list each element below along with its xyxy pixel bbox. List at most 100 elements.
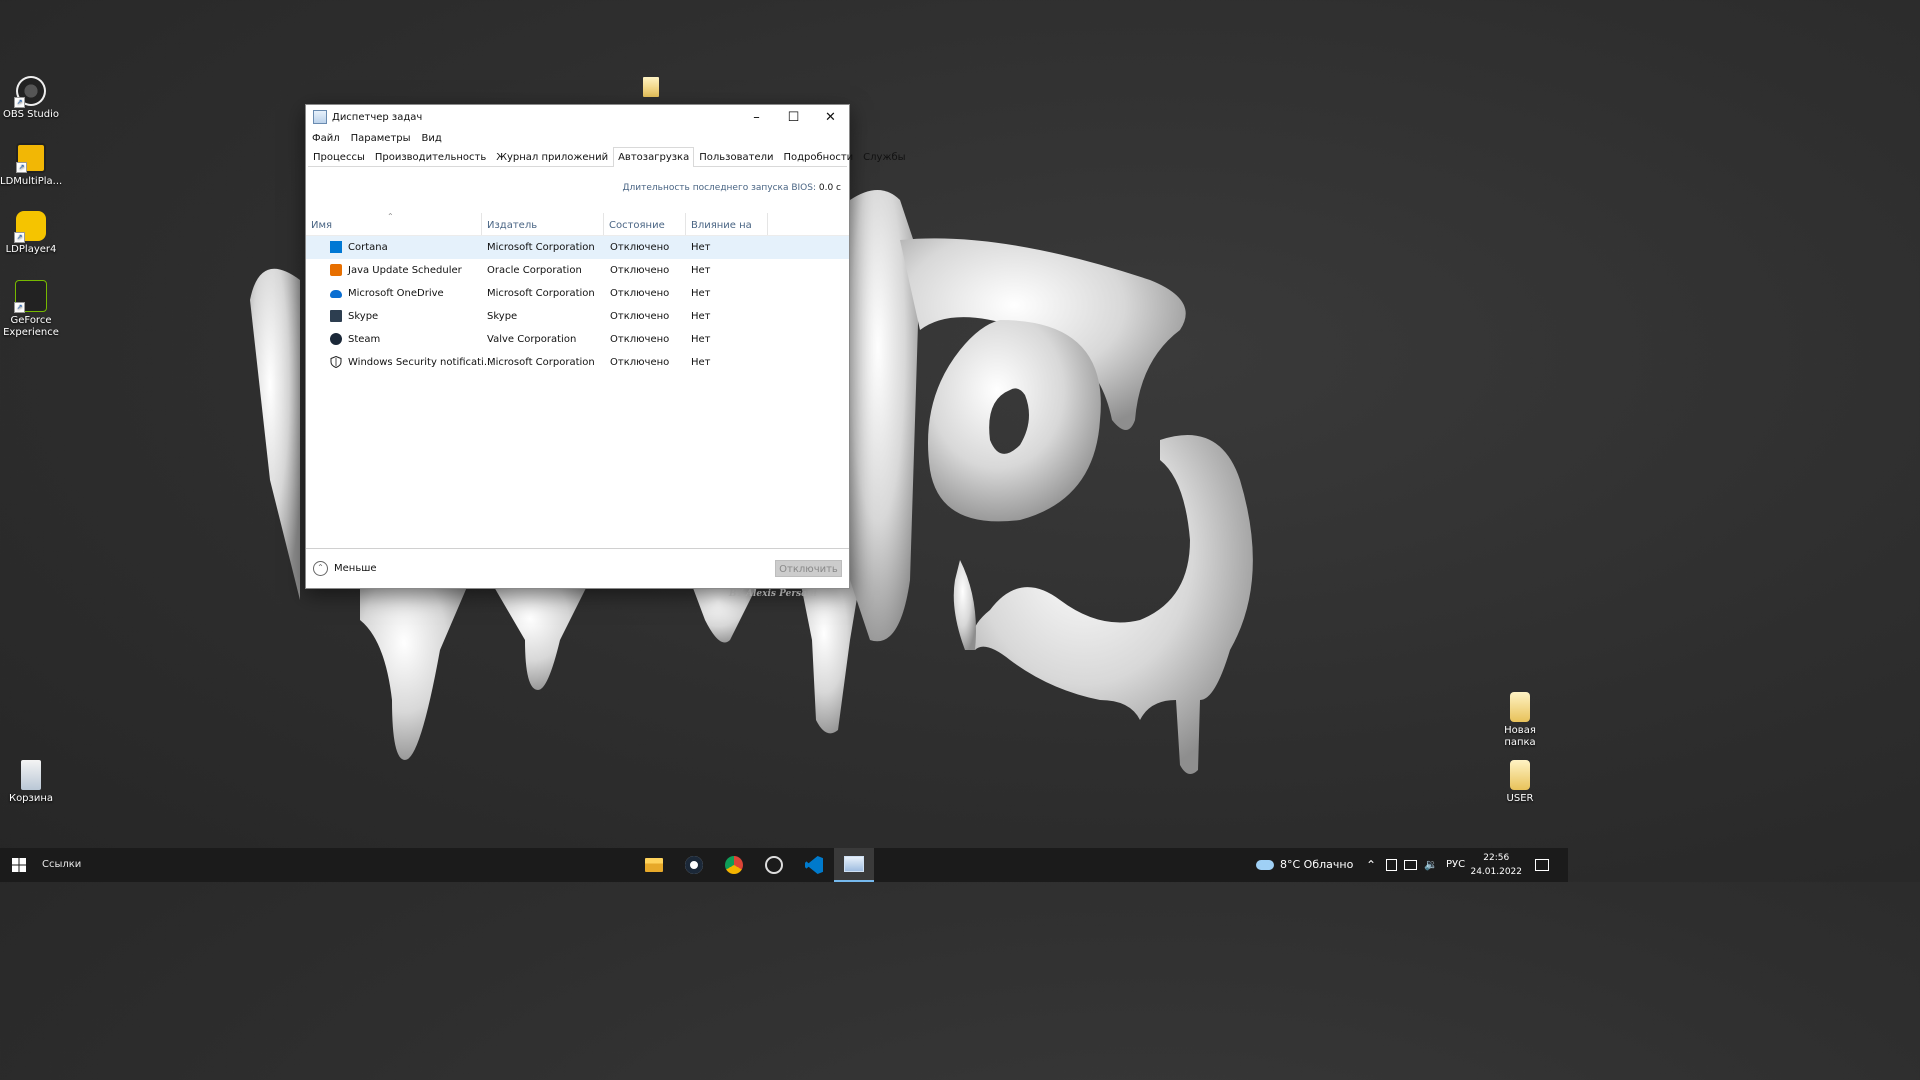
- java-icon: [330, 264, 342, 276]
- desktop-icon-ldplayer4[interactable]: ↗ LDPlayer4: [0, 211, 62, 256]
- chrome-icon: [725, 856, 743, 874]
- row-name: Steam: [348, 334, 381, 345]
- maximize-button[interactable]: ☐: [775, 105, 812, 129]
- fewer-details-button[interactable]: ⌃ Меньше: [313, 561, 377, 576]
- tab-users[interactable]: Пользователи: [694, 148, 778, 166]
- window-footer: ⌃ Меньше Отключить: [306, 548, 849, 588]
- bios-duration: Длительность последнего запуска BIOS: 0.…: [622, 183, 841, 193]
- windows-logo-icon: [12, 858, 26, 872]
- volume-icon[interactable]: 🔉: [1424, 848, 1438, 882]
- clock[interactable]: 22:56 24.01.2022: [1470, 851, 1522, 879]
- tab-performance[interactable]: Производительность: [370, 148, 491, 166]
- title-bar[interactable]: Диспетчер задач – ☐ ✕: [306, 105, 849, 129]
- desktop-icon-label: Корзина: [8, 793, 54, 804]
- row-impact: Нет: [691, 288, 711, 299]
- column-header-name[interactable]: Имя: [306, 213, 482, 235]
- desktop-icon-ldmultiplayer[interactable]: ↗ LDMultiPla...: [0, 143, 62, 188]
- table-row[interactable]: Steam Valve Corporation Отключено Нет: [306, 328, 849, 351]
- row-publisher: Skype: [487, 311, 518, 322]
- row-publisher: Microsoft Corporation: [487, 288, 595, 299]
- row-publisher: Microsoft Corporation: [487, 357, 595, 368]
- taskbar-obs[interactable]: [754, 848, 794, 882]
- vscode-icon: [805, 856, 823, 874]
- row-publisher: Valve Corporation: [487, 334, 577, 345]
- chevron-up-icon: ⌃: [313, 561, 328, 576]
- task-manager-icon: [844, 856, 864, 872]
- tab-services[interactable]: Службы: [858, 148, 910, 166]
- tab-app-history[interactable]: Журнал приложений: [491, 148, 613, 166]
- tab-startup[interactable]: Автозагрузка: [613, 147, 695, 167]
- row-publisher: Microsoft Corporation: [487, 242, 595, 253]
- svg-text:BY Alexis Persani: BY Alexis Persani: [728, 589, 818, 599]
- minimize-button[interactable]: –: [738, 105, 775, 129]
- nvidia-icon: ↗: [14, 280, 47, 313]
- ldmultiplayer-icon: ↗: [16, 143, 46, 173]
- tray-overflow-chevron-icon[interactable]: ⌃: [1366, 848, 1376, 882]
- desktop-icon-label: LDPlayer4: [5, 244, 57, 255]
- tablet-icon[interactable]: [1386, 848, 1397, 882]
- window-title: Диспетчер задач: [332, 111, 423, 123]
- bios-duration-label: Длительность последнего запуска BIOS:: [622, 183, 816, 193]
- table-row[interactable]: Skype Skype Отключено Нет: [306, 305, 849, 328]
- obs-icon: ↗: [14, 76, 46, 108]
- table-row[interactable]: Java Update Scheduler Oracle Corporation…: [306, 259, 849, 282]
- taskbar-task-manager[interactable]: [834, 848, 874, 882]
- row-publisher: Oracle Corporation: [487, 265, 582, 276]
- weather-text: 8°C Облачно: [1280, 858, 1354, 871]
- steam-icon: [685, 856, 703, 874]
- taskbar-vscode[interactable]: [794, 848, 834, 882]
- folder-icon: [1510, 692, 1530, 722]
- desktop-icon-geforce[interactable]: ↗ GeForce Experience: [0, 280, 62, 339]
- onedrive-icon: [330, 290, 342, 298]
- desktop-icon-new-folder[interactable]: Новая папка: [1489, 692, 1551, 749]
- network-icon[interactable]: [1404, 848, 1417, 882]
- tab-details[interactable]: Подробности: [778, 148, 858, 166]
- menu-file[interactable]: Файл: [312, 133, 340, 144]
- row-impact: Нет: [691, 334, 711, 345]
- steam-icon: [330, 333, 342, 345]
- table-row[interactable]: Microsoft OneDrive Microsoft Corporation…: [306, 282, 849, 305]
- desktop-icon-user[interactable]: USER: [1489, 760, 1551, 805]
- table-row[interactable]: Windows Security notificati... Microsoft…: [306, 351, 849, 374]
- column-header-status[interactable]: Состояние: [604, 213, 686, 235]
- file-explorer-icon: [645, 858, 663, 872]
- task-manager-icon: [313, 110, 327, 124]
- recycle-bin-icon: [21, 760, 41, 790]
- desktop-icon-label: USER: [1506, 793, 1534, 804]
- table-header: Имя Издатель Состояние Влияние на за...: [306, 213, 849, 257]
- task-manager-window: Диспетчер задач – ☐ ✕ Файл Параметры Вид…: [305, 104, 906, 589]
- disable-button[interactable]: Отключить: [775, 560, 842, 577]
- desktop-icon-obs[interactable]: ↗ OBS Studio: [0, 76, 62, 121]
- links-toolbar[interactable]: Ссылки: [42, 848, 81, 882]
- row-impact: Нет: [691, 265, 711, 276]
- close-button[interactable]: ✕: [812, 105, 849, 129]
- column-header-publisher[interactable]: Издатель: [482, 213, 604, 235]
- taskbar-chrome[interactable]: [714, 848, 754, 882]
- clock-time: 22:56: [1483, 853, 1510, 863]
- taskbar-file-explorer[interactable]: [634, 848, 674, 882]
- row-status: Отключено: [610, 288, 670, 299]
- desktop-icon-label: Новая папка: [1504, 725, 1536, 748]
- tab-processes[interactable]: Процессы: [308, 148, 370, 166]
- menu-view[interactable]: Вид: [422, 133, 442, 144]
- row-status: Отключено: [610, 242, 670, 253]
- start-button[interactable]: [0, 848, 38, 882]
- column-header-impact[interactable]: Влияние на за...: [686, 213, 768, 257]
- menu-options[interactable]: Параметры: [351, 133, 411, 144]
- table-row[interactable]: Cortana Microsoft Corporation Отключено …: [306, 236, 849, 259]
- row-name: Skype: [348, 311, 379, 322]
- cloud-icon: [1256, 860, 1274, 870]
- row-impact: Нет: [691, 311, 711, 322]
- desktop-icon-recycle-bin[interactable]: Корзина: [0, 760, 62, 805]
- cortana-icon: [330, 241, 342, 253]
- row-name: Cortana: [348, 242, 388, 253]
- row-impact: Нет: [691, 242, 711, 253]
- bios-duration-value: 0.0 с: [818, 183, 841, 193]
- weather-widget[interactable]: 8°C Облачно: [1256, 848, 1353, 882]
- language-indicator[interactable]: РУС: [1446, 848, 1465, 882]
- notifications-icon[interactable]: [1535, 848, 1549, 882]
- taskbar-steam[interactable]: [674, 848, 714, 882]
- row-name: Windows Security notificati...: [348, 357, 494, 368]
- row-status: Отключено: [610, 334, 670, 345]
- desktop-floating-folder-icon[interactable]: [643, 77, 659, 97]
